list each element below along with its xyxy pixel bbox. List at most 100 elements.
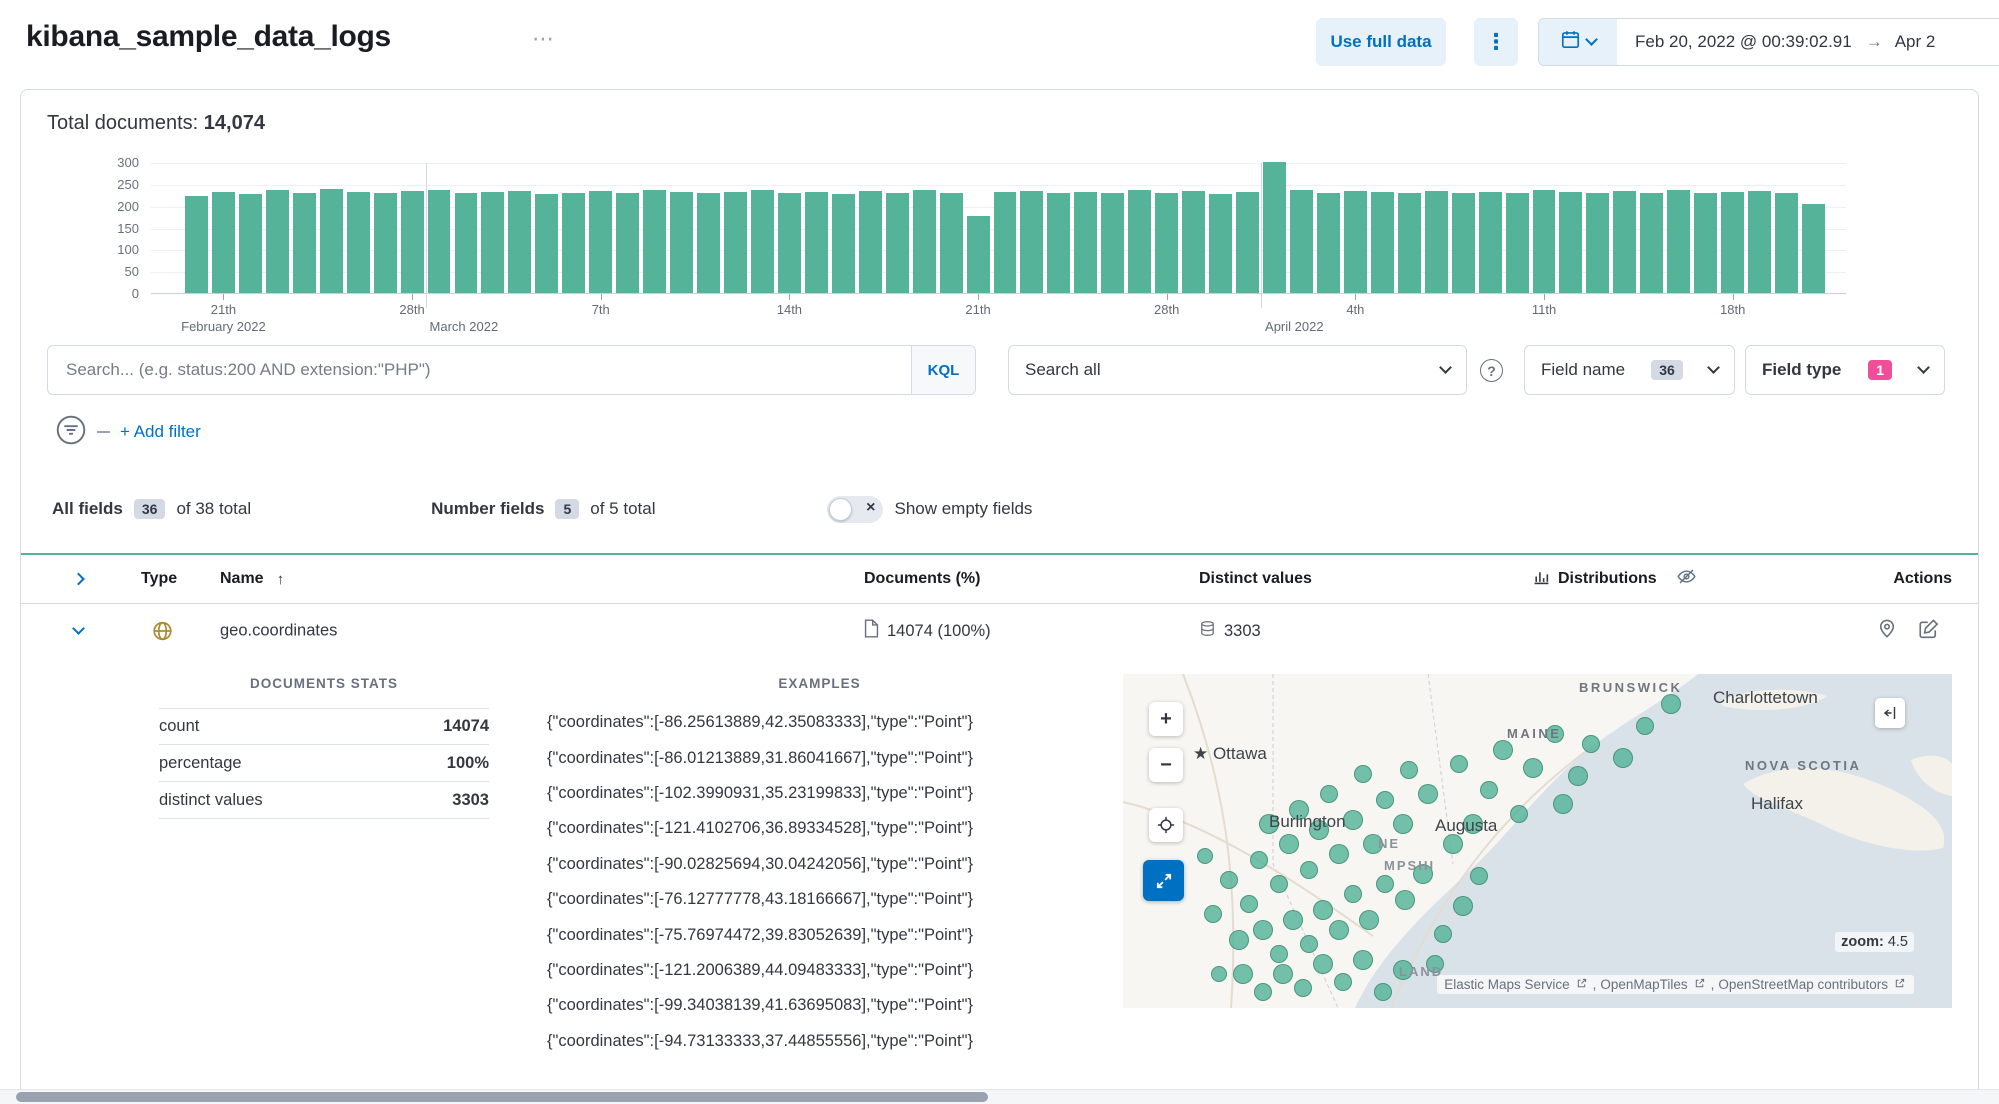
horizontal-scrollbar-track[interactable]: [0, 1089, 1999, 1104]
calendar-button[interactable]: [1539, 19, 1617, 65]
show-empty-fields-toggle[interactable]: ×: [827, 495, 884, 523]
search-input[interactable]: [48, 346, 911, 394]
x-axis-tick-label: 7th: [591, 302, 610, 317]
map-data-point: [1344, 885, 1362, 903]
data-visualizer-panel: Total documents: 14,074 0 50 100 150 200 250 3…: [20, 89, 1979, 1099]
map-data-point: [1493, 740, 1513, 760]
histogram-bar: [831, 193, 855, 293]
search-all-select[interactable]: Search all: [1008, 345, 1467, 395]
map-data-point: [1313, 900, 1333, 920]
field-name-value[interactable]: geo.coordinates: [220, 622, 337, 641]
field-name-filter[interactable]: Field name 36: [1524, 345, 1735, 395]
zoom-out-button[interactable]: −: [1149, 748, 1183, 782]
documents-stats-title: DOCUMENTS STATS: [250, 676, 398, 691]
options-menu-button[interactable]: ⋮: [1474, 18, 1518, 66]
documents-histogram: 0 50 100 150 200 250 300 21th 28th 7th 14th 21th 28…: [47, 148, 1857, 334]
date-range-picker[interactable]: Feb 20, 2022 @ 00:39:02.91 → Apr 2: [1538, 18, 1999, 66]
map-data-point: [1197, 848, 1213, 864]
stat-value: 100%: [446, 753, 489, 772]
example-item: {"coordinates":[-121.2006389,44.09483333…: [547, 960, 973, 979]
histogram-bar: [993, 192, 1017, 293]
map-label: MAINE: [1507, 726, 1562, 741]
map-data-point: [1480, 781, 1498, 799]
histogram-bar: [1343, 191, 1367, 293]
vertical-dots-icon: ⋮: [1485, 29, 1507, 54]
show-empty-fields-label: Show empty fields: [894, 499, 1033, 518]
column-header-type[interactable]: Type: [141, 570, 177, 588]
eye-slash-icon[interactable]: [1677, 567, 1696, 591]
column-header-name[interactable]: Name ↑: [220, 570, 284, 588]
map-data-point: [1229, 930, 1249, 950]
expand-all-button[interactable]: [72, 572, 85, 586]
expand-map-button[interactable]: [1143, 860, 1184, 901]
external-link-icon: [1574, 977, 1589, 992]
chart-plot-area: 21th 28th 7th 14th 21th 28th 4th 11th 18th Februa…: [151, 162, 1846, 334]
histogram-bar: [265, 190, 289, 293]
histogram-bar: [1559, 192, 1583, 293]
kql-toggle[interactable]: KQL: [911, 346, 975, 394]
map-marker-action-icon[interactable]: [1877, 619, 1897, 644]
collapse-row-button[interactable]: [72, 622, 85, 635]
filter-icon[interactable]: [55, 414, 87, 451]
map-data-point: [1470, 867, 1488, 885]
toggle-knob: [829, 497, 853, 521]
map-data-point: [1553, 794, 1573, 814]
histogram-bar: [1101, 193, 1125, 293]
field-type-filter[interactable]: Field type 1: [1745, 345, 1945, 395]
histogram-bar: [1209, 193, 1233, 293]
collapse-legend-button[interactable]: [1875, 698, 1905, 728]
map-data-point: [1661, 694, 1681, 714]
number-fields-total: of 5 total: [590, 499, 656, 518]
help-icon[interactable]: ?: [1480, 359, 1503, 382]
external-link-icon: [1892, 977, 1907, 992]
map-data-point: [1313, 954, 1333, 974]
use-full-data-button[interactable]: Use full data: [1316, 18, 1446, 66]
x-axis-tick-label: 4th: [1346, 302, 1365, 317]
column-header-actions: Actions: [1893, 570, 1952, 587]
map-data-point: [1343, 810, 1363, 830]
map-data-point: [1253, 920, 1273, 940]
x-axis-tick-label: 18th: [1720, 302, 1746, 317]
column-header-distributions[interactable]: Distributions: [1533, 567, 1696, 591]
map-data-point: [1300, 935, 1318, 953]
stat-value: 14074: [443, 717, 489, 735]
field-name-label: Field name: [1541, 360, 1626, 379]
date-range-start[interactable]: Feb 20, 2022 @ 00:39:02.91: [1617, 32, 1866, 52]
map-data-point: [1400, 761, 1418, 779]
edit-action-icon[interactable]: [1919, 619, 1939, 644]
example-item: {"coordinates":[-86.01213889,31.86041667…: [547, 748, 973, 767]
map-data-point: [1374, 983, 1392, 1001]
bar-chart-icon: [1533, 568, 1550, 590]
map-data-point: [1376, 875, 1394, 893]
zoom-in-button[interactable]: +: [1149, 702, 1183, 736]
histogram-bar: [1748, 190, 1772, 293]
map-label: ★ Ottawa: [1193, 744, 1267, 763]
histogram-bar: [562, 192, 586, 293]
attribution-link[interactable]: OpenStreetMap contributors: [1718, 977, 1888, 992]
add-filter-button[interactable]: + Add filter: [120, 422, 201, 442]
example-item: {"coordinates":[-86.25613889,42.35083333…: [547, 713, 973, 732]
row-actions: [1877, 619, 1939, 644]
column-header-documents[interactable]: Documents (%): [864, 570, 980, 588]
coordinates-map[interactable]: BRUNSWICK Charlottetown MAINE NOVA SCOTIA Ha…: [1123, 674, 1952, 1008]
histogram-bar: [1397, 193, 1421, 293]
histogram-bar: [804, 192, 828, 293]
search-all-label: Search all: [1025, 360, 1101, 379]
attribution-link[interactable]: OpenMapTiles: [1600, 977, 1687, 992]
fit-to-data-button[interactable]: [1149, 808, 1183, 842]
map-data-point: [1334, 973, 1352, 991]
attribution-link[interactable]: Elastic Maps Service: [1444, 977, 1569, 992]
map-data-point: [1294, 979, 1312, 997]
horizontal-gridline: [151, 184, 1846, 186]
histogram-bar: [1182, 191, 1206, 293]
title-options-icon[interactable]: ⋯: [532, 26, 554, 52]
month-gridline: [425, 163, 427, 308]
table-row-geo-coordinates[interactable]: geo.coordinates 14074 (100%) 3303: [21, 604, 1978, 658]
horizontal-scrollbar-thumb[interactable]: [16, 1092, 988, 1102]
date-range-end[interactable]: Apr 2: [1883, 32, 1936, 52]
all-fields-label: All fields: [52, 499, 123, 518]
histogram-bar: [1263, 162, 1286, 293]
stat-value: 3303: [452, 790, 489, 809]
column-header-distinct-values[interactable]: Distinct values: [1199, 570, 1312, 588]
number-fields-count-badge: 5: [555, 499, 580, 519]
